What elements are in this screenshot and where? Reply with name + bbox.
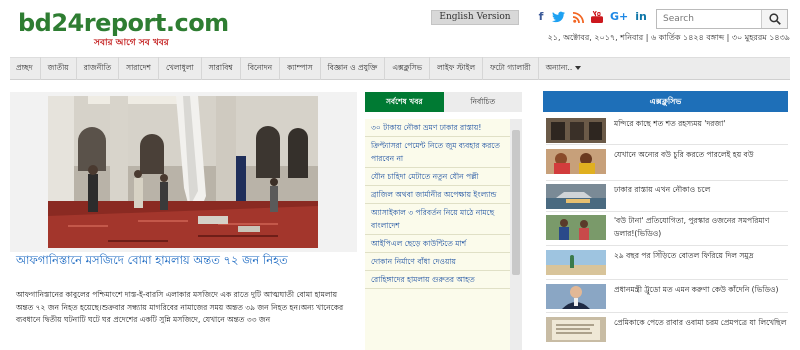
nav-item-world[interactable]: সারাবিশ্ব <box>202 57 241 80</box>
list-item[interactable]: আইপিএল ছেড়ে কাউন্টিতে মার্শ <box>365 235 510 253</box>
exclusive-item[interactable]: ঢাকার রাস্তায় এখন নৌকাও চলে <box>546 184 790 212</box>
nav-item-others[interactable]: অন্যান্য.. <box>539 57 589 80</box>
latest-news-list: ৩০ টাকায় নৌকা ভ্রমণ ঢাকার রাস্তায়! ক্র… <box>365 119 510 350</box>
logo-tagline: সবার আগে সব খবর <box>94 38 169 48</box>
nav-item-others-label: অন্যান্য.. <box>545 63 573 72</box>
search-button[interactable] <box>761 10 787 28</box>
lead-image-frame <box>10 92 357 252</box>
exclusive-item-title: ঢাকার রাস্তায় এখন নৌকাও চলে <box>614 185 711 194</box>
nav-item-exclusive[interactable]: এক্সক্লুসিভ <box>385 57 431 80</box>
list-item[interactable]: ব্রাজিল অথবা জার্মানীর অপেক্ষায় ইংল্যান… <box>365 186 510 204</box>
logo-text: bd24report.com <box>18 9 229 37</box>
nav-item-entertainment[interactable]: বিনোদন <box>241 57 281 80</box>
exclusive-item-title: মন্দিরে কাছে শত শত রহস্যময় 'দরজা' <box>614 119 726 128</box>
exclusive-thumbnail <box>546 250 606 275</box>
site-logo[interactable]: bd24report.com সবার আগে সব খবর <box>18 9 229 50</box>
exclusive-item[interactable]: প্রধানমন্ত্রী ট্রুডো মত এমন করুণা কেউ কা… <box>546 284 790 312</box>
search-box <box>656 9 788 29</box>
youtube-icon[interactable] <box>590 9 604 25</box>
divider <box>546 245 788 246</box>
rss-icon[interactable] <box>571 9 585 25</box>
dateline: ২১, অক্টোবর, ২০১৭, শনিবার | ৬ কার্তিক ১৪… <box>547 33 790 42</box>
lead-story-title[interactable]: আফগানিস্তানে মসজিদে বোমা হামলায় অন্তত ৭… <box>16 252 346 268</box>
exclusive-item-title: প্রধানমন্ত্রী ট্রুডো মত এমন করুণা কেউ কা… <box>614 285 779 294</box>
nav-item-home[interactable]: প্রচ্ছদ <box>10 57 41 80</box>
main-nav: প্রচ্ছদ জাতীয় রাজনীতি সারাদেশ খেলাধুলা … <box>10 57 790 80</box>
twitter-icon[interactable] <box>551 9 565 25</box>
chevron-down-icon <box>575 66 582 70</box>
list-item[interactable]: যৌন চাহিদা মেটাতে নতুন যৌন পল্লী <box>365 168 510 186</box>
nav-item-lifestyle[interactable]: লাইফ স্টাইল <box>430 57 484 80</box>
google-plus-icon[interactable]: G+ <box>610 9 628 25</box>
nav-item-campus[interactable]: ক্যাম্পাস <box>280 57 321 80</box>
linkedin-icon[interactable]: in <box>634 9 648 25</box>
news-tabs: সর্বশেষ খবর নির্বাচিত <box>365 92 522 112</box>
nav-item-politics[interactable]: রাজনীতি <box>77 57 120 80</box>
list-item[interactable]: রোহিঙ্গাদের হামলায় গুরুতর আহত <box>365 271 510 289</box>
list-item[interactable]: ক্রিপ্ট্যাসরা পেমেন্ট নিতে জুম ব্যবহার ক… <box>365 137 510 168</box>
nav-item-science-tech[interactable]: বিজ্ঞান ও প্রযুক্তি <box>321 57 386 80</box>
exclusive-item[interactable]: মন্দিরে কাছে শত শত রহস্যময় 'দরজা' <box>546 118 790 146</box>
nav-item-country[interactable]: সারাদেশ <box>119 57 159 80</box>
exclusive-item-title: 'বউ টানা' প্রতিযোগিতা, পুরস্কার ওজনের সম… <box>614 216 770 238</box>
nav-item-national[interactable]: জাতীয় <box>41 57 77 80</box>
exclusive-item-title: ২৯ বছর পর সিঁড়িতে বোতল ফিরিয়ে দিল সমুদ… <box>614 251 754 260</box>
news-scrollbar-thumb[interactable] <box>512 130 520 275</box>
facebook-icon[interactable]: f <box>534 9 548 25</box>
exclusive-thumbnail <box>546 284 606 309</box>
divider <box>546 180 788 181</box>
exclusive-item[interactable]: 'বউ টানা' প্রতিযোগিতা, পুরস্কার ওজনের সম… <box>546 215 790 243</box>
divider <box>546 211 788 212</box>
exclusive-item[interactable]: ২৯ বছর পর সিঁড়িতে বোতল ফিরিয়ে দিল সমুদ… <box>546 250 790 278</box>
exclusive-thumbnail <box>546 149 606 174</box>
exclusive-thumbnail <box>546 118 606 143</box>
list-item[interactable]: ৩০ টাকায় নৌকা ভ্রমণ ঢাকার রাস্তায়! <box>365 119 510 137</box>
divider <box>546 144 788 145</box>
exclusive-thumbnail <box>546 215 606 240</box>
list-item[interactable]: দোকান নির্মাণে বাঁধা দেওয়ায় <box>365 253 510 271</box>
exclusive-item-title: যেখানে অন্যের বউ চুরি করতে পারলেই হয় বউ <box>614 150 754 159</box>
exclusive-thumbnail <box>546 317 606 342</box>
lead-story-summary: আফগানিস্তানের কাবুলের পশ্চিমাংশে দাস্ত-ই… <box>16 290 344 324</box>
tab-selected[interactable]: নির্বাচিত <box>443 92 522 112</box>
exclusive-heading[interactable]: এক্সক্লুসিভ <box>543 91 788 112</box>
exclusive-item-title: প্রেমিকাকে পেতে রাবার ওবামা চরম প্রেমপত্… <box>614 318 787 327</box>
search-icon <box>769 13 781 25</box>
english-version-button[interactable]: English Version <box>431 10 519 25</box>
lead-story-image[interactable] <box>48 96 318 248</box>
exclusive-item[interactable]: প্রেমিকাকে পেতে রাবার ওবামা চরম প্রেমপত্… <box>546 317 790 345</box>
divider <box>546 279 788 280</box>
search-input[interactable] <box>657 10 762 28</box>
nav-item-sports[interactable]: খেলাধুলা <box>159 57 202 80</box>
divider <box>546 312 788 313</box>
exclusive-item[interactable]: যেখানে অন্যের বউ চুরি করতে পারলেই হয় বউ <box>546 149 790 177</box>
tab-latest-news[interactable]: সর্বশেষ খবর <box>365 92 444 112</box>
list-item[interactable]: অ্যাসাইকাল ৩ পরিবর্তন নিয়ে মাঠে নামছে ব… <box>365 204 510 235</box>
exclusive-thumbnail <box>546 184 606 209</box>
nav-item-photo-gallery[interactable]: ফটো গ্যালারী <box>483 57 539 80</box>
